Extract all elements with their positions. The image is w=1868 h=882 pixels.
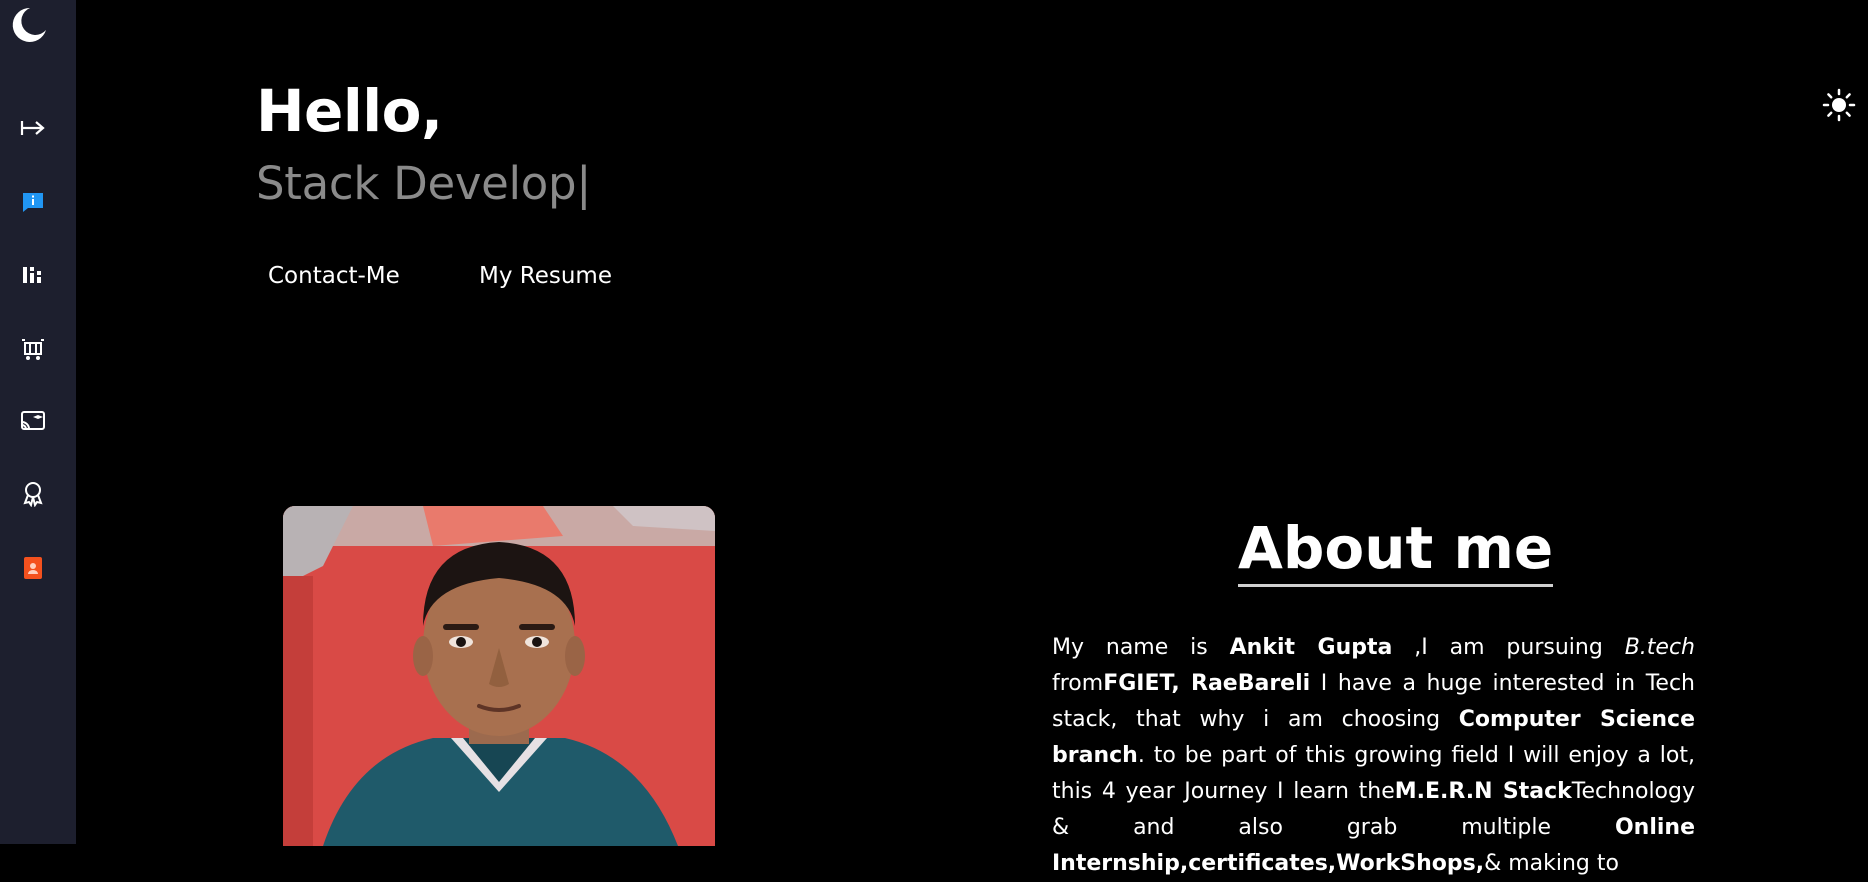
about-name: Ankit Gupta (1229, 635, 1393, 660)
arrow-right-bar-icon[interactable] (0, 108, 66, 148)
about-text-segment: My name is (1052, 635, 1230, 660)
about-title-text: About me (1238, 512, 1554, 587)
projects-cart-icon[interactable] (0, 328, 66, 368)
contact-me-button[interactable]: Contact-Me (268, 260, 400, 292)
about-stack: M.E.R.N Stack (1394, 779, 1572, 804)
about-text-segment: from (1052, 671, 1104, 696)
sidebar (0, 0, 76, 844)
certificate-award-icon[interactable] (0, 474, 66, 514)
about-degree: B.tech (1624, 635, 1695, 660)
about-text-segment: ,I am pursuing (1392, 635, 1625, 660)
education-cast-icon[interactable] (0, 401, 66, 441)
about-college: FGIET, RaeBareli (1103, 671, 1311, 696)
about-text-segment: & making to (1484, 851, 1619, 876)
contact-book-icon[interactable] (0, 548, 66, 588)
my-resume-button[interactable]: My Resume (479, 260, 612, 292)
moon-icon[interactable] (8, 4, 50, 46)
typed-role: Stack Develop (256, 157, 577, 210)
typed-role-text: Stack Develop| (256, 154, 591, 214)
greeting-heading: Hello, (256, 77, 443, 145)
main-content: Hello, Stack Develop| Contact-Me My Resu… (76, 0, 1868, 876)
sun-icon[interactable] (1822, 88, 1856, 122)
info-chat-icon[interactable] (0, 182, 66, 222)
about-paragraph: My name is Ankit Gupta ,I am pursuing B.… (1052, 630, 1695, 882)
profile-photo (283, 506, 715, 846)
skills-chart-icon[interactable] (0, 255, 66, 295)
typing-caret: | (576, 157, 592, 210)
